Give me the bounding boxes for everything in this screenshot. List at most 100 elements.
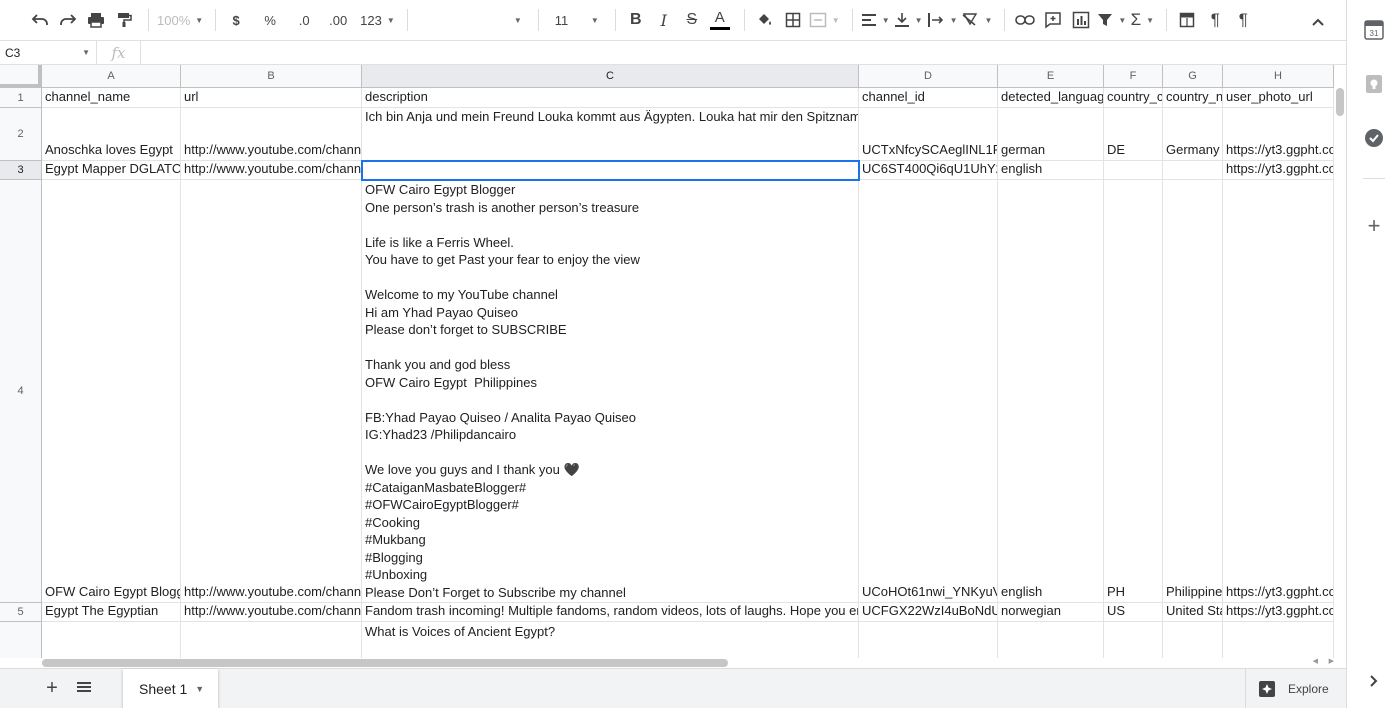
column-header-a[interactable]: A [42,65,181,88]
percent-format-button[interactable]: % [258,6,282,34]
cell-d5[interactable]: UCFGX22WzI4uBoNdUg [859,603,998,622]
expand-panel-icon[interactable] [1364,671,1384,691]
cell-c3[interactable] [362,161,859,180]
freeze-rows-icon[interactable] [1175,6,1199,34]
cell-a4[interactable]: OFW Cairo Egypt Blogger [42,180,181,603]
merge-cells-icon[interactable]: ▼ [809,6,840,34]
cell-h1[interactable]: user_photo_url [1223,88,1334,108]
print-icon[interactable] [84,6,108,34]
cell-f2[interactable]: DE [1104,108,1163,161]
cell-e4[interactable]: english [998,180,1104,603]
text-rotation-icon[interactable]: ▼ [961,6,992,34]
zoom-select[interactable]: 100% ▼ [157,6,203,34]
calendar-icon[interactable]: 31 [1364,20,1384,40]
column-header-f[interactable]: F [1104,65,1163,88]
cell-g6[interactable] [1163,622,1223,658]
filter-icon[interactable]: ▼ [1097,6,1126,34]
cell-c1[interactable]: description [362,88,859,108]
cell-f1[interactable]: country_code [1104,88,1163,108]
row-header-5[interactable]: 5 [0,603,42,622]
bold-icon[interactable]: B [624,6,648,34]
horizontal-scrollbar-thumb[interactable] [42,659,728,667]
row-header-4[interactable]: 4 [0,180,42,603]
chevron-up-icon[interactable] [1306,8,1330,36]
font-family-select[interactable]: ▼ [416,6,526,34]
cell-h3[interactable]: https://yt3.ggpht.com [1223,161,1334,180]
column-header-g[interactable]: G [1163,65,1223,88]
column-header-h[interactable]: H [1223,65,1334,88]
row-header-3[interactable]: 3 [0,161,42,180]
paint-format-icon[interactable] [112,6,136,34]
cell-a5[interactable]: Egypt The Egyptian [42,603,181,622]
column-header-b[interactable]: B [181,65,362,88]
functions-icon[interactable]: Σ ▼ [1130,6,1154,34]
explore-button[interactable]: Explore [1245,669,1346,708]
cell-c6[interactable]: What is Voices of Ancient Egypt? [362,622,859,658]
fill-color-icon[interactable] [753,6,777,34]
cell-e3[interactable]: english [998,161,1104,180]
cell-b4[interactable]: http://www.youtube.com/channel/ [181,180,362,603]
select-all-corner[interactable] [0,65,42,88]
add-addon-icon[interactable]: + [1364,213,1384,238]
rtl-paragraph-icon[interactable]: ¶ [1231,6,1255,34]
cell-g2[interactable]: Germany [1163,108,1223,161]
cell-h4[interactable]: https://yt3.ggpht.com [1223,180,1334,603]
insert-link-icon[interactable] [1013,6,1037,34]
cell-d6[interactable] [859,622,998,658]
cell-e1[interactable]: detected_language [998,88,1104,108]
cell-a6[interactable] [42,622,181,658]
cell-f6[interactable] [1104,622,1163,658]
ltr-paragraph-icon[interactable]: ¶ [1203,6,1227,34]
cell-c4[interactable]: OFW Cairo Egypt Blogger One person’s tra… [362,180,859,603]
cell-a1[interactable]: channel_name [42,88,181,108]
strikethrough-icon[interactable]: S [680,6,704,34]
keep-icon[interactable] [1364,74,1384,94]
text-color-icon[interactable]: A [708,6,732,34]
cell-g3[interactable] [1163,161,1223,180]
more-formats-button[interactable]: 123 ▼ [360,6,395,34]
cell-b1[interactable]: url [181,88,362,108]
italic-icon[interactable]: I [652,6,676,34]
tasks-icon[interactable] [1364,128,1384,148]
cell-c2[interactable]: Ich bin Anja und mein Freund Louka kommt… [362,108,859,161]
cell-a3[interactable]: Egypt Mapper DGLATC EGYPT [42,161,181,180]
cell-b6[interactable] [181,622,362,658]
formula-input[interactable] [141,41,1346,65]
cell-c5[interactable]: Fandom trash incoming! Multiple fandoms,… [362,603,859,622]
cell-b5[interactable]: http://www.youtube.com/channel/ [181,603,362,622]
row-header-2[interactable]: 2 [0,108,42,161]
cell-e2[interactable]: german [998,108,1104,161]
insert-chart-icon[interactable] [1069,6,1093,34]
cell-h5[interactable]: https://yt3.ggpht.com [1223,603,1334,622]
cell-a2[interactable]: Anoschka loves Egypt [42,108,181,161]
text-wrapping-icon[interactable]: ▼ [927,6,957,34]
increase-decimal-button[interactable]: .00 [326,6,350,34]
redo-icon[interactable] [56,6,80,34]
add-sheet-icon[interactable]: + [37,677,67,700]
cell-g4[interactable]: Philippines [1163,180,1223,603]
scroll-left-icon[interactable]: ◀ [1313,657,1318,665]
borders-icon[interactable] [781,6,805,34]
cell-h6[interactable] [1223,622,1334,658]
cell-e6[interactable] [998,622,1104,658]
column-header-c[interactable]: C [362,65,859,88]
horizontal-align-icon[interactable]: ▼ [861,6,890,34]
cell-b3[interactable]: http://www.youtube.com/channel/ [181,161,362,180]
horizontal-scrollbar[interactable]: ◀ ▶ [42,658,1346,668]
row-header-6[interactable] [0,622,42,658]
scroll-right-icon[interactable]: ▶ [1329,657,1334,665]
undo-icon[interactable] [28,6,52,34]
currency-format-button[interactable]: $ [224,6,248,34]
font-size-select[interactable]: 11 ▼ [547,6,603,34]
row-header-1[interactable]: 1 [0,88,42,108]
cell-f4[interactable]: PH [1104,180,1163,603]
cell-b2[interactable]: http://www.youtube.com/channel/ [181,108,362,161]
sheet-tab[interactable]: Sheet 1 ▼ [123,668,219,708]
column-header-e[interactable]: E [998,65,1104,88]
vertical-align-icon[interactable]: ▼ [894,6,923,34]
insert-comment-icon[interactable] [1041,6,1065,34]
cell-d3[interactable]: UC6ST400Qi6qU1UhY2 [859,161,998,180]
column-header-d[interactable]: D [859,65,998,88]
cell-d2[interactable]: UCTxNfcySCAeglINL1Fp [859,108,998,161]
cell-g5[interactable]: United States [1163,603,1223,622]
